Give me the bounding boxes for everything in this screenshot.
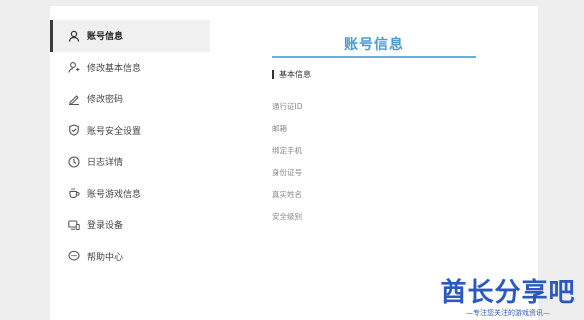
shield-icon <box>68 124 80 137</box>
account-panel: 账号信息 修改基本信息 修改密码 账号安全设置 日志详情 账号游戏信息 登录设备… <box>50 6 538 320</box>
sidebar-item-label: 账号游戏信息 <box>87 189 142 200</box>
user-edit-icon <box>68 61 80 73</box>
sidebar-item-label: 修改密码 <box>87 95 124 106</box>
watermark-logo: 酋长分享吧 <box>440 278 576 308</box>
sidebar-item-label: 登录设备 <box>87 221 124 232</box>
sidebar-item-edit-profile[interactable]: 修改基本信息 <box>50 52 210 84</box>
field-real-name-label: 真实姓名 <box>272 190 302 199</box>
sidebar: 账号信息 修改基本信息 修改密码 账号安全设置 日志详情 账号游戏信息 登录设备… <box>50 20 210 320</box>
pen-icon <box>68 93 80 105</box>
sidebar-item-log-details[interactable]: 日志详情 <box>50 146 210 178</box>
field-id-number-label: 身份证号 <box>272 168 302 177</box>
section-heading: 基本信息 <box>272 70 311 79</box>
field-security-level-label: 安全级别 <box>272 212 302 221</box>
sidebar-item-login-devices[interactable]: 登录设备 <box>50 209 210 241</box>
watermark: 酋长分享吧 —专注您关注的游戏资讯— <box>438 278 578 318</box>
sidebar-item-label: 修改基本信息 <box>87 63 142 74</box>
sidebar-item-label: 日志详情 <box>87 158 124 169</box>
sidebar-item-label: 账号安全设置 <box>87 126 142 137</box>
title-underline <box>272 56 476 58</box>
watermark-tagline: —专注您关注的游戏资讯— <box>466 309 550 317</box>
clock-icon <box>68 156 80 168</box>
user-icon <box>68 30 80 42</box>
sidebar-item-account-info[interactable]: 账号信息 <box>50 20 210 52</box>
sidebar-item-security-settings[interactable]: 账号安全设置 <box>50 115 210 147</box>
devices-icon <box>68 219 80 231</box>
cup-icon <box>68 187 80 199</box>
page-title: 账号信息 <box>344 37 404 53</box>
sidebar-item-change-password[interactable]: 修改密码 <box>50 83 210 115</box>
field-phone-label: 绑定手机 <box>272 146 302 155</box>
sidebar-item-help-center[interactable]: 帮助中心 <box>50 241 210 273</box>
field-email-label: 邮箱 <box>272 124 287 133</box>
main-content: 账号信息 基本信息 通行证ID 邮箱 绑定手机 身份证号 真实姓名 安全级别 <box>210 6 538 320</box>
help-chat-icon <box>68 250 80 262</box>
sidebar-item-game-info[interactable]: 账号游戏信息 <box>50 178 210 210</box>
sidebar-item-label: 帮助中心 <box>87 252 124 263</box>
screen: 账号信息 修改基本信息 修改密码 账号安全设置 日志详情 账号游戏信息 登录设备… <box>0 0 584 320</box>
sidebar-item-label: 账号信息 <box>87 32 124 43</box>
field-passport-id-label: 通行证ID <box>272 102 303 111</box>
